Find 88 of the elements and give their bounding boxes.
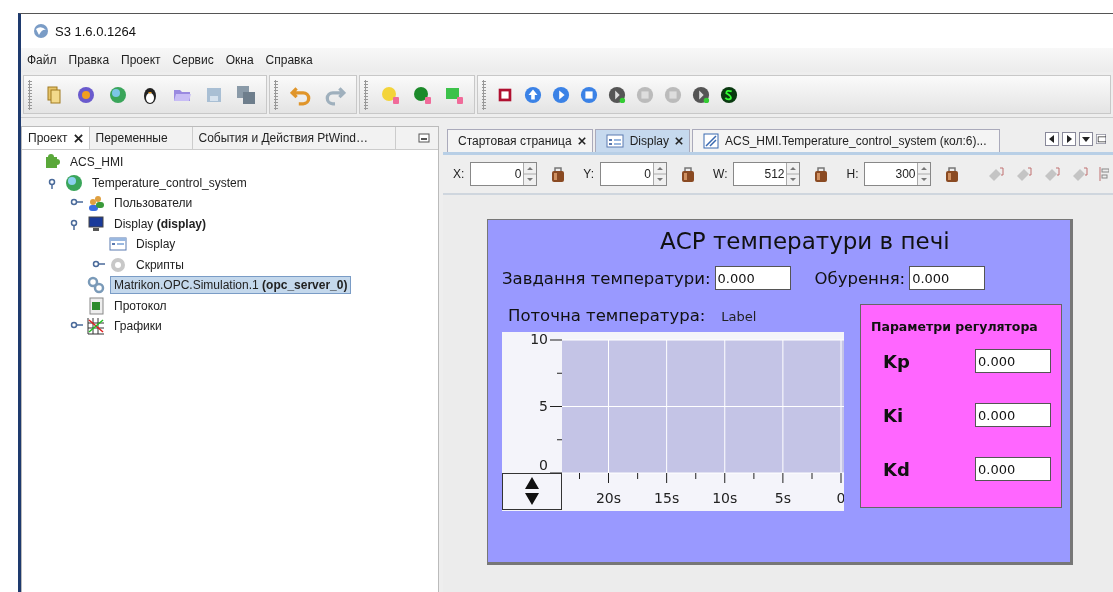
stop-icon[interactable]: [580, 85, 598, 104]
panel-tab[interactable]: Переменные: [89, 127, 193, 149]
scroll-left-icon[interactable]: [1045, 132, 1059, 146]
tree-item[interactable]: Графики: [110, 317, 166, 336]
spin-field[interactable]: 0: [600, 162, 668, 186]
tree-item[interactable]: Temperature_control_system: [88, 173, 251, 192]
graph-icon: [87, 317, 105, 336]
lock-icon[interactable]: [945, 165, 960, 183]
dropdown-icon[interactable]: [1079, 132, 1093, 146]
users-icon: [87, 194, 105, 213]
monitor-icon: [87, 214, 105, 233]
display-title: АСР температури в печі: [659, 227, 951, 256]
x-tick-label: 20s: [595, 490, 622, 506]
tree-item[interactable]: Пользователи: [110, 194, 197, 213]
parameter-field[interactable]: 0.000: [975, 457, 1051, 481]
tree-item[interactable]: Скрипты: [132, 255, 188, 274]
close-icon[interactable]: [73, 133, 83, 143]
temperature-value: Label: [721, 309, 757, 324]
panel-tab[interactable]: События и Действия PtWind…: [192, 127, 396, 149]
lock-icon[interactable]: [551, 165, 566, 183]
setpoint-field[interactable]: 0.000: [714, 266, 791, 290]
y-tick-label: 5: [539, 397, 548, 414]
x-tick-label: 15s: [654, 490, 680, 506]
script-icon[interactable]: [720, 85, 738, 104]
parameter-label: Kp: [882, 350, 911, 372]
editor-tab[interactable]: ACS_HMI.Temperature_control_system (кол:6)...: [692, 129, 1000, 152]
globe-icon: [65, 173, 83, 192]
x-tick-label: 5s: [774, 490, 791, 506]
globe-icon[interactable]: [108, 84, 128, 105]
lock-icon[interactable]: [814, 165, 829, 183]
x-tick-label: 10s: [712, 490, 738, 506]
upload-icon[interactable]: [524, 85, 542, 104]
menu-item[interactable]: Правка: [68, 53, 110, 67]
chart-document-icon: [87, 296, 105, 315]
coordinate-label: H:: [846, 167, 859, 181]
play-icon[interactable]: [552, 85, 570, 104]
link-icon: [87, 276, 105, 295]
floppy-disks-icon[interactable]: [236, 84, 256, 105]
current-temperature-label: Поточна температура:: [508, 306, 706, 325]
editor-tab[interactable]: Display: [594, 129, 690, 152]
spin-field[interactable]: 512: [733, 162, 801, 186]
tree-item[interactable]: Display (display): [110, 214, 211, 233]
run-icon[interactable]: [608, 85, 626, 104]
editor-tab[interactable]: Стартовая страница: [447, 129, 593, 152]
coordinate-label: X:: [453, 167, 465, 181]
menu-item[interactable]: Сервис: [172, 53, 214, 67]
window-title: S3 1.6.0.1264: [55, 23, 136, 39]
spinner-arrows-icon[interactable]: [653, 163, 667, 185]
menu-item[interactable]: Окна: [225, 53, 254, 67]
coordinate-label: Y:: [583, 167, 595, 181]
menu-item[interactable]: Файл: [27, 53, 57, 67]
x-tick-label: 0: [836, 490, 844, 506]
coordinate-label: W:: [713, 167, 728, 181]
disturbance-label: Обурення:: [814, 268, 906, 288]
zoom-control-icon[interactable]: [502, 473, 562, 510]
chart-icon: [703, 133, 719, 149]
close-icon[interactable]: [577, 137, 586, 145]
document-icon[interactable]: [44, 84, 64, 105]
app-logo-icon: [33, 23, 49, 39]
tree-item[interactable]: ACS_HMI: [66, 153, 128, 172]
menu-item[interactable]: Справка: [265, 53, 313, 67]
spinner-arrows-icon[interactable]: [523, 163, 537, 185]
spin-field[interactable]: 300: [864, 162, 932, 186]
spin-field[interactable]: 0: [470, 162, 538, 186]
run-icon[interactable]: [692, 85, 710, 104]
y-tick-label: 10: [530, 332, 548, 347]
window-icon: [109, 235, 127, 254]
disturbance-field[interactable]: 0.000: [909, 266, 986, 290]
spinner-arrows-icon[interactable]: [917, 163, 931, 185]
parameter-field[interactable]: 0.000: [975, 403, 1051, 427]
scroll-right-icon[interactable]: [1062, 132, 1076, 146]
tree-item[interactable]: Display: [132, 235, 180, 254]
parameter-label: Ki: [882, 404, 905, 426]
menu-item[interactable]: Проект: [121, 53, 161, 67]
parameter-field[interactable]: 0.000: [975, 349, 1051, 373]
window-icon: [605, 133, 624, 149]
close-icon[interactable]: [675, 137, 683, 145]
spinner-arrows-icon[interactable]: [786, 163, 800, 185]
maximize-icon[interactable]: [1096, 132, 1106, 146]
regulator-title: Параметри регулятора: [871, 319, 1039, 334]
parameter-label: Kd: [882, 458, 911, 480]
setpoint-label: Завдання температури:: [502, 268, 711, 288]
y-tick-label: 0: [539, 457, 548, 473]
lock-icon[interactable]: [681, 165, 696, 183]
tree-item[interactable]: Протокол: [110, 296, 171, 315]
panel-tab[interactable]: Проект: [22, 127, 90, 149]
minimize-icon[interactable]: [418, 132, 430, 144]
tree-item[interactable]: Matrikon.OPC.Simulation.1 (opc_server_0): [110, 276, 352, 295]
